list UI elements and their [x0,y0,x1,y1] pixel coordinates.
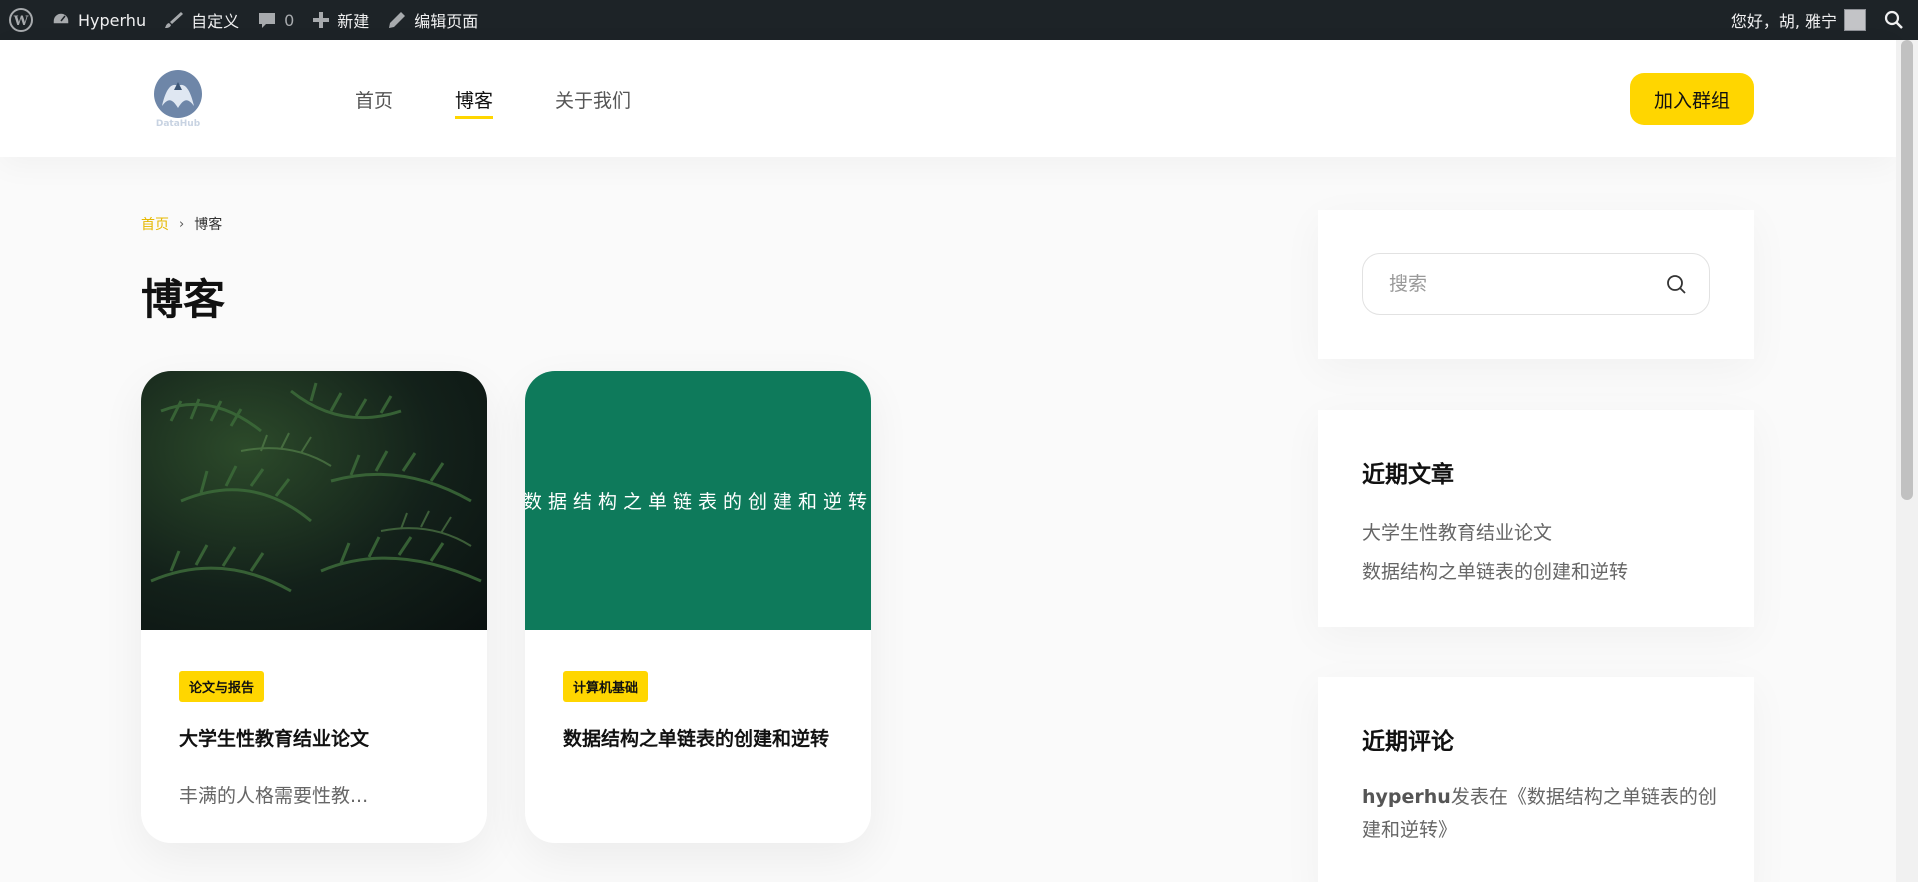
recent-posts-widget: 近期文章 大学生性教育结业论文 数据结构之单链表的创建和逆转 [1318,410,1754,627]
widget-title: 近期文章 [1362,462,1454,488]
pencil-icon [389,12,406,28]
customize-label: 自定义 [191,12,240,31]
search-widget [1318,210,1754,359]
new-label: 新建 [337,12,370,31]
page-scrollbar[interactable] [1896,40,1918,882]
post-excerpt: 丰满的人格需要性教... [179,785,369,807]
recent-comment: hyperhu发表在《数据结构之单链表的创建和逆转》 [1362,781,1722,847]
comment-icon [259,13,276,28]
nav-item-about[interactable]: 关于我们 [555,86,631,119]
edit-page-link[interactable]: 编辑页面 [378,0,487,40]
admin-search-button[interactable] [1875,0,1918,40]
chevron-right-icon: › [179,216,185,232]
breadcrumb: 首页 › 博客 [141,214,222,234]
search-box [1362,253,1710,315]
plus-icon [313,12,330,28]
admin-bar: W Hyperhu 自定义 0 新建 编辑页面 您好，胡, 雅宁 [0,0,1918,40]
post-thumbnail[interactable]: 数据结构之单链表的创建和逆转 [525,371,871,630]
edit-page-label: 编辑页面 [414,12,479,31]
recent-post-link[interactable]: 大学生性教育结业论文 [1362,514,1628,553]
nav-item-blog[interactable]: 博客 [455,86,494,119]
site-logo[interactable]: DataHub [148,68,208,129]
brush-icon [165,12,184,28]
post-card[interactable]: 论文与报告 大学生性教育结业论文 丰满的人格需要性教... [141,371,487,843]
post-title[interactable]: 大学生性教育结业论文 [179,726,459,752]
widget-title: 近期评论 [1362,729,1454,755]
account-menu[interactable]: 您好，胡, 雅宁 [1722,0,1875,40]
breadcrumb-current: 博客 [194,217,223,233]
thumbnail-text: 数据结构之单链表的创建和逆转 [525,491,871,513]
new-content-link[interactable]: 新建 [303,0,378,40]
svg-text:W: W [13,14,29,29]
breadcrumb-home-link[interactable]: 首页 [141,214,169,234]
join-group-button[interactable]: 加入群组 [1630,73,1754,125]
comment-author-link[interactable]: hyperhu [1362,786,1451,808]
fern-leaves-image [150,382,482,593]
post-card[interactable]: 数据结构之单链表的创建和逆转 计算机基础 数据结构之单链表的创建和逆转 [525,371,871,843]
greeting: 您好，胡, 雅宁 [1730,12,1837,31]
post-title[interactable]: 数据结构之单链表的创建和逆转 [563,726,843,752]
comments-count: 0 [284,10,295,30]
site-name: Hyperhu [78,10,147,30]
post-thumbnail[interactable] [141,371,487,630]
search-icon[interactable] [1665,273,1687,295]
dashboard-icon [52,12,70,25]
recent-comments-widget: 近期评论 hyperhu发表在《数据结构之单链表的创建和逆转》 [1318,677,1754,882]
search-icon [1884,10,1903,29]
category-tag[interactable]: 计算机基础 [563,671,649,702]
wordpress-logo-icon[interactable]: W [0,0,42,40]
svg-text:DataHub: DataHub [156,119,201,128]
customize-link[interactable]: 自定义 [155,0,248,40]
avatar [1844,9,1866,31]
category-tag[interactable]: 论文与报告 [179,671,265,702]
nav-item-home[interactable]: 首页 [355,86,393,119]
page-title: 博客 [141,275,226,324]
comments-link[interactable]: 0 [248,0,303,40]
recent-posts-list: 大学生性教育结业论文 数据结构之单链表的创建和逆转 [1362,514,1628,592]
site-name-link[interactable]: Hyperhu [42,0,155,40]
recent-post-link[interactable]: 数据结构之单链表的创建和逆转 [1362,553,1628,592]
search-input[interactable] [1389,273,1665,295]
site-header: DataHub 首页 博客 关于我们 加入群组 [0,40,1896,157]
main-nav: 首页 博客 关于我们 [355,86,631,119]
scrollbar-thumb[interactable] [1901,40,1913,500]
